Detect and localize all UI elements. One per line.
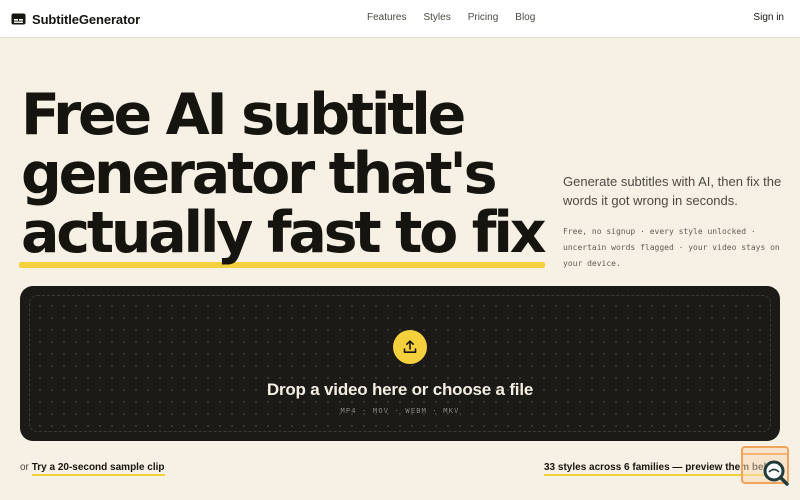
hero-title-line-3: actually fast to fix [18,200,546,268]
sample-clip-row: or Try a 20-second sample clip [20,462,165,476]
hero-subtitle: Generate subtitles with AI, then fix the… [563,174,782,208]
nav-links: Features Styles Pricing Blog [367,12,552,23]
upload-icon [403,340,417,353]
top-nav: SubtitleGenerator Features Styles Pricin… [0,0,800,38]
captions-icon [11,13,26,25]
hero-title: Free AI subtitle generator that's actual… [18,82,546,268]
nav-link-pricing[interactable]: Pricing [468,12,499,23]
nav-link-features[interactable]: Features [367,12,406,23]
video-dropzone[interactable]: Drop a video here or choose a file MP4 ·… [20,286,780,441]
search-zoom-icon [741,446,789,486]
brand-name: SubtitleGenerator [32,11,141,27]
dropzone-formats: MP4 · MOV · WEBM · MKV [340,407,460,415]
brand-logo[interactable]: SubtitleGenerator [11,10,140,28]
dropzone-area[interactable]: Drop a video here or choose a file MP4 ·… [29,295,771,432]
dropzone-title: Drop a video here or choose a file [266,380,534,399]
hero-note: Free, no signup · every style unlocked ·… [563,227,780,268]
floating-zoom-widget[interactable] [740,445,792,489]
nav-link-blog[interactable]: Blog [515,12,535,23]
upload-button[interactable] [393,330,427,364]
nav-link-styles[interactable]: Styles [423,12,450,23]
hero-title-line-2: generator that's [21,141,498,207]
sample-prefix: or [20,462,29,473]
sample-clip-link[interactable]: Try a 20-second sample clip [31,462,165,476]
sign-in-link[interactable]: Sign in [753,12,784,23]
hero-title-line-1: Free AI subtitle [21,82,466,148]
